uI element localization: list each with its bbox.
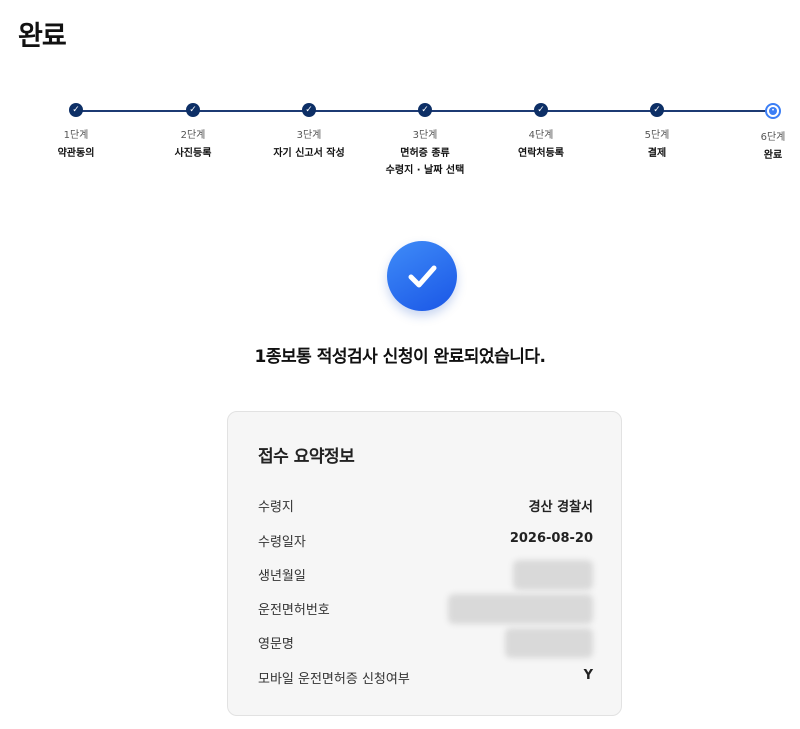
progress-stepper: ✓ 1단계 약관동의 ✓ 2단계 사진등록 ✓ 3단계 자기 신고서 작성 ✓ … xyxy=(0,100,800,200)
page-title: 완료 xyxy=(18,21,67,52)
summary-row-receive-place: 수령지 경산 경찰서 xyxy=(258,496,593,516)
step-1: ✓ 1단계 약관동의 xyxy=(16,103,136,162)
row-label: 영문명 xyxy=(258,637,294,652)
step-number: 3단계 xyxy=(412,130,438,141)
row-label: 수령지 xyxy=(258,500,294,515)
check-icon xyxy=(387,241,457,311)
step-label-line2: 수령지 · 날짜 선택 xyxy=(385,165,465,176)
step-label: 완료 xyxy=(763,150,783,161)
step-label: 면허증 종류 수령지 · 날짜 선택 xyxy=(365,145,485,179)
row-label: 수령일자 xyxy=(258,535,306,550)
step-number: 2단계 xyxy=(180,130,206,141)
step-label: 사진등록 xyxy=(174,148,212,159)
check-icon: ✓ xyxy=(302,103,316,117)
step-label-line1: 면허증 종류 xyxy=(400,148,450,159)
step-number: 6단계 xyxy=(760,132,786,143)
row-label: 생년월일 xyxy=(258,569,306,584)
redacted-value xyxy=(505,628,593,658)
summary-row-receive-date: 수령일자 2026-08-20 xyxy=(258,531,593,551)
completion-message: 1종보통 적성검사 신청이 완료되었습니다. xyxy=(254,347,546,367)
step-label: 자기 신고서 작성 xyxy=(273,148,345,159)
step-3: ✓ 3단계 자기 신고서 작성 xyxy=(249,103,369,162)
check-icon: ✓ xyxy=(650,103,664,117)
step-label: 결제 xyxy=(647,148,667,159)
row-value: 경산 경찰서 xyxy=(528,500,593,515)
summary-title: 접수 요약정보 xyxy=(258,447,355,467)
row-label: 운전면허번호 xyxy=(258,603,330,618)
row-value: Y xyxy=(583,668,593,683)
summary-row-license-number: 운전면허번호 xyxy=(258,594,593,624)
current-step-icon: • xyxy=(765,103,781,119)
check-icon: ✓ xyxy=(418,103,432,117)
step-2: ✓ 2단계 사진등록 xyxy=(133,103,253,162)
step-number: 5단계 xyxy=(644,130,670,141)
step-label: 약관동의 xyxy=(57,148,95,159)
summary-row-birthdate: 생년월일 xyxy=(258,560,593,590)
summary-row-mobile-license: 모바일 운전면허증 신청여부 Y xyxy=(258,668,593,688)
step-6: ✓ 5단계 결제 xyxy=(597,103,717,162)
row-value: 2026-08-20 xyxy=(509,531,593,546)
row-label: 모바일 운전면허증 신청여부 xyxy=(258,672,410,687)
redacted-value xyxy=(448,594,593,624)
step-4: ✓ 3단계 면허증 종류 수령지 · 날짜 선택 xyxy=(365,103,485,179)
redacted-value xyxy=(513,560,593,590)
step-number: 3단계 xyxy=(296,130,322,141)
check-icon: ✓ xyxy=(186,103,200,117)
step-7-current: • 6단계 완료 xyxy=(713,103,800,164)
step-5: ✓ 4단계 연락처등록 xyxy=(481,103,601,162)
step-label: 연락처등록 xyxy=(518,148,564,159)
step-number: 1단계 xyxy=(63,130,89,141)
step-number: 4단계 xyxy=(528,130,554,141)
check-icon: ✓ xyxy=(534,103,548,117)
check-icon: ✓ xyxy=(69,103,83,117)
summary-card: 접수 요약정보 수령지 경산 경찰서 수령일자 2026-08-20 생년월일 … xyxy=(227,411,622,716)
summary-row-english-name: 영문명 xyxy=(258,628,593,658)
